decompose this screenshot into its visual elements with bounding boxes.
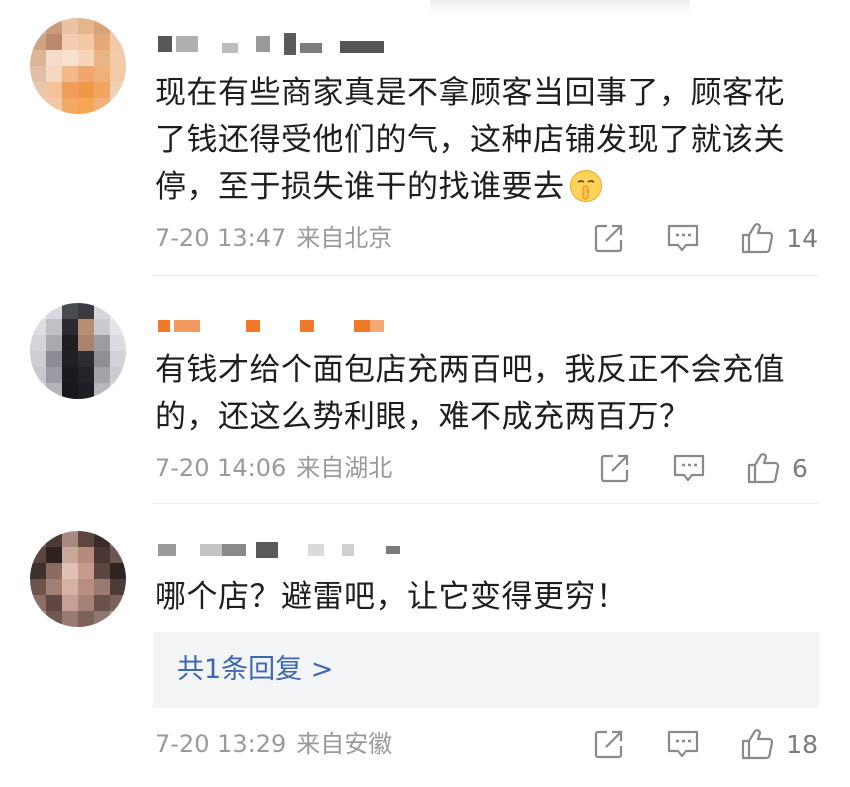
comment-location: 来自安徽 — [296, 730, 393, 758]
view-replies-link[interactable]: 共1条回复 > — [153, 632, 819, 708]
like-count: 18 — [786, 729, 818, 759]
comment-actions: 18 — [592, 726, 818, 762]
comment-actions: 14 — [592, 220, 818, 256]
thumbs-up-icon[interactable] — [746, 451, 780, 485]
avatar[interactable] — [30, 303, 126, 399]
comment-line: 停，至于损失谁干的找谁要去 — [155, 164, 825, 211]
comment-line: 了钱还得受他们的气，这种店铺发现了就该关 — [155, 122, 785, 158]
comment-time: 7-20 14:06 — [155, 454, 287, 482]
comment-icon[interactable] — [672, 451, 706, 485]
username-redacted[interactable] — [158, 312, 384, 340]
comment-meta: 7-20 14:06 来自湖北 — [155, 450, 392, 486]
like-count: 6 — [792, 453, 808, 483]
comment-text: 有钱才给个面包店充两百吧，我反正不会充值 的，还这么势利眼，难不成充两百万？ — [155, 347, 825, 441]
comment-icon[interactable] — [666, 221, 700, 255]
comment-text: 现在有些商家真是不拿顾客当回事了，顾客花 了钱还得受他们的气，这种店铺发现了就该… — [155, 70, 825, 211]
divider — [152, 503, 818, 504]
comment-item: 哪个店？避雷吧，让它变得更穷！ 共1条回复 > 7-20 13:29 来自安徽 1… — [0, 508, 850, 787]
divider — [152, 275, 818, 276]
comment-time: 7-20 13:47 — [155, 224, 287, 252]
avatar[interactable] — [30, 18, 126, 114]
share-icon[interactable] — [598, 451, 632, 485]
comment-item: 有钱才给个面包店充两百吧，我反正不会充值 的，还这么势利眼，难不成充两百万？ 7… — [0, 280, 850, 510]
share-icon[interactable] — [592, 727, 626, 761]
share-icon[interactable] — [592, 221, 626, 255]
like-count: 14 — [786, 223, 818, 253]
comment-text: 哪个店？避雷吧，让它变得更穷！ — [155, 574, 825, 621]
comment-icon[interactable] — [666, 727, 700, 761]
comment-line: 的，还这么势利眼，难不成充两百万？ — [155, 399, 691, 435]
comment-meta: 7-20 13:29 来自安徽 — [155, 726, 392, 762]
comment-line: 哪个店？避雷吧，让它变得更穷！ — [155, 579, 628, 615]
username-redacted[interactable] — [158, 536, 400, 564]
avatar[interactable] — [30, 531, 126, 627]
comment-line: 现在有些商家真是不拿顾客当回事了，顾客花 — [155, 75, 785, 111]
comment-location: 来自北京 — [296, 224, 393, 252]
username-redacted[interactable] — [158, 30, 384, 58]
comment-time: 7-20 13:29 — [155, 730, 287, 758]
comment-meta: 7-20 13:47 来自北京 — [155, 220, 392, 256]
thumbs-up-icon[interactable] — [740, 221, 774, 255]
thumbs-up-icon[interactable] — [740, 727, 774, 761]
comment-actions: 6 — [598, 450, 818, 486]
comment-location: 来自湖北 — [296, 454, 393, 482]
comment-item: 现在有些商家真是不拿顾客当回事了，顾客花 了钱还得受他们的气，这种店铺发现了就该… — [0, 0, 850, 270]
comment-line: 有钱才给个面包店充两百吧，我反正不会充值 — [155, 352, 785, 388]
shushing-face-emoji — [569, 170, 602, 202]
comment-line-text: 停，至于损失谁干的找谁要去 — [155, 169, 565, 205]
